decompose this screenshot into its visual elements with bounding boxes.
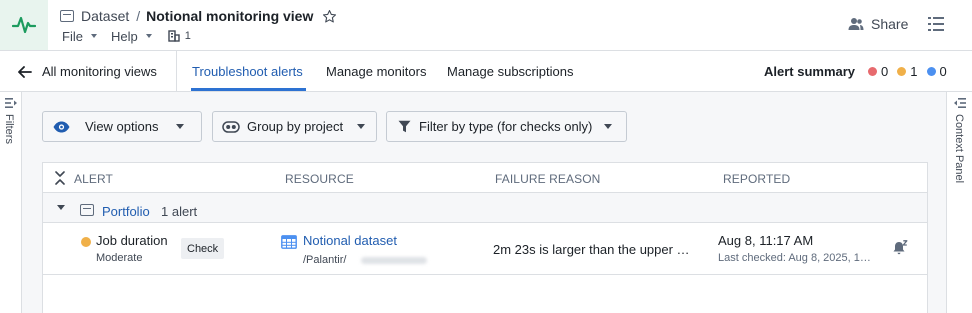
alerts-table: ALERT RESOURCE FAILURE REASON REPORTED P…	[42, 162, 928, 313]
table-header: ALERT RESOURCE FAILURE REASON REPORTED	[43, 163, 927, 193]
dataset-table-icon	[281, 235, 297, 249]
caret-down-icon	[145, 34, 152, 38]
back-to-monitoring-views[interactable]: All monitoring views	[18, 64, 157, 79]
expand-panel-icon	[954, 98, 966, 108]
share-button[interactable]: Share	[848, 16, 908, 32]
column-header-resource[interactable]: RESOURCE	[285, 172, 354, 186]
app-header: Dataset / Notional monitoring view File …	[0, 0, 972, 51]
tab-manage-subscriptions[interactable]: Manage subscriptions	[447, 64, 573, 79]
caret-down-icon	[90, 34, 97, 38]
group-alert-count: 1 alert	[161, 204, 198, 219]
critical-alert-count[interactable]: 0	[868, 64, 888, 79]
group-row-portfolio: Portfolio 1 alert	[43, 193, 927, 223]
caret-down-icon	[357, 124, 366, 129]
pulse-icon	[12, 16, 36, 34]
branch-indicator[interactable]: 1	[168, 30, 191, 42]
resource-link[interactable]: Notional dataset	[303, 233, 397, 248]
breadcrumb-parent[interactable]: Dataset	[81, 8, 129, 24]
caret-down-icon	[604, 124, 613, 129]
alert-type-tag: Check	[181, 238, 225, 259]
group-project-name[interactable]: Portfolio	[102, 204, 150, 219]
context-panel-rail[interactable]: Context Panel	[946, 92, 972, 313]
filter-by-type-button[interactable]: Filter by type (for checks only)	[386, 111, 627, 142]
main-content: View options Group by project Filter by …	[22, 92, 946, 313]
reported-time: Aug 8, 11:17 AM	[718, 233, 814, 248]
collapse-panel-icon	[5, 98, 17, 108]
critical-count-value: 0	[881, 64, 889, 79]
share-label: Share	[871, 16, 909, 32]
eye-icon	[53, 121, 70, 132]
filters-rail[interactable]: Filters	[0, 92, 22, 313]
page-title: Notional monitoring view	[146, 8, 314, 24]
context-panel-rail-label: Context Panel	[953, 114, 965, 184]
moderate-dot-icon	[897, 67, 907, 76]
redacted-path	[361, 257, 427, 264]
column-header-reported[interactable]: REPORTED	[723, 172, 790, 186]
alert-summary-label: Alert summary	[764, 64, 856, 79]
alert-name: Job duration	[96, 233, 168, 248]
dataset-icon	[60, 10, 74, 22]
critical-dot-icon	[868, 67, 878, 76]
tab-troubleshoot-alerts[interactable]: Troubleshoot alerts	[192, 64, 303, 79]
filters-rail-label: Filters	[3, 114, 15, 144]
caret-down-icon	[176, 124, 185, 129]
column-header-alert[interactable]: ALERT	[74, 172, 113, 186]
group-objects-icon	[222, 120, 240, 133]
filter-icon	[398, 120, 411, 133]
breadcrumb-separator: /	[136, 8, 141, 24]
monitoring-app-logo[interactable]	[0, 0, 48, 50]
file-menu-label: File	[62, 28, 83, 44]
table-row[interactable]: Job duration Moderate Check Notional dat…	[43, 223, 927, 275]
snooze-notification-icon[interactable]	[892, 240, 908, 256]
last-checked-time: Last checked: Aug 8, 2025, 1…	[718, 252, 871, 264]
resource-path: /Palantir/	[303, 254, 347, 266]
failure-reason: 2m 23s is larger than the upper …	[493, 242, 690, 257]
group-by-label: Group by project	[247, 119, 344, 134]
moderate-alert-count[interactable]: 1	[897, 64, 918, 79]
favorite-star-icon[interactable]	[322, 9, 337, 24]
low-dot-icon	[926, 67, 936, 76]
branch-count: 1	[184, 30, 191, 42]
arrow-left-icon	[18, 65, 32, 78]
divider	[176, 51, 177, 92]
file-menu[interactable]: File	[62, 29, 97, 44]
alert-summary: Alert summary 0 1 0	[764, 64, 956, 79]
properties-list-icon	[928, 17, 944, 31]
filter-by-type-label: Filter by type (for checks only)	[419, 119, 593, 134]
help-menu[interactable]: Help	[111, 29, 152, 44]
collapse-all-icon[interactable]	[54, 171, 66, 185]
breadcrumb: Dataset / Notional monitoring view	[60, 7, 337, 25]
people-icon	[848, 18, 864, 30]
tab-bar: All monitoring views Troubleshoot alerts…	[0, 51, 972, 92]
low-count-value: 0	[939, 64, 947, 79]
view-options-button[interactable]: View options	[42, 111, 202, 142]
active-tab-indicator	[191, 88, 306, 91]
help-menu-label: Help	[110, 28, 138, 44]
project-icon	[80, 204, 94, 216]
properties-button[interactable]	[927, 15, 945, 36]
moderate-severity-dot-icon	[81, 237, 91, 247]
menu-bar: File Help 1	[62, 28, 191, 44]
column-header-failure-reason[interactable]: FAILURE REASON	[495, 172, 600, 186]
building-icon	[168, 30, 180, 42]
tab-manage-monitors[interactable]: Manage monitors	[326, 64, 426, 79]
group-by-button[interactable]: Group by project	[212, 111, 377, 142]
view-options-label: View options	[85, 119, 159, 134]
moderate-count-value: 1	[910, 64, 918, 79]
collapse-group-caret-icon[interactable]	[57, 205, 65, 210]
alert-severity: Moderate	[96, 252, 143, 264]
low-alert-count[interactable]: 0	[926, 64, 947, 79]
back-label: All monitoring views	[42, 64, 157, 79]
